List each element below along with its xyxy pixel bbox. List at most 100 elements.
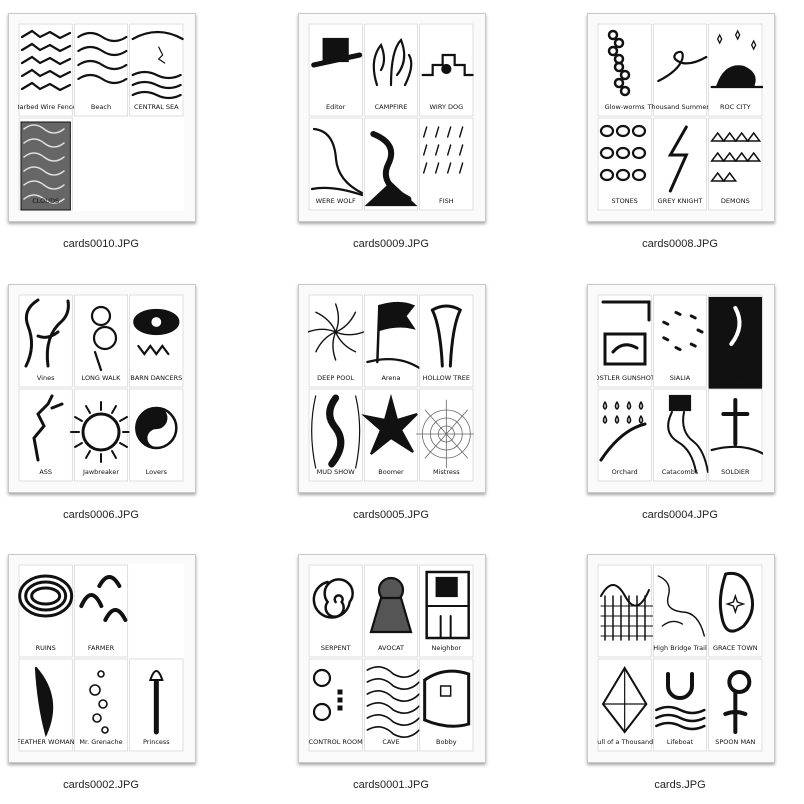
card: Princess <box>129 658 184 752</box>
image-preview[interactable]: RUINS FARMER FEATHER WOMAN Mr. Grenache Prin… <box>8 554 196 763</box>
card: AVOCAT <box>363 564 419 658</box>
card: BARN DANCERS <box>129 294 184 388</box>
file-name-label[interactable]: cards0002.JPG <box>8 779 194 791</box>
file-thumbnail-item[interactable]: RUINS FARMER FEATHER WOMAN Mr. Grenache Prin… <box>8 554 198 794</box>
card-label: Barbed Wire Fence <box>18 103 76 111</box>
card: FISH <box>419 117 474 211</box>
card-label: FISH <box>439 197 454 205</box>
card-label: Princess <box>143 738 170 746</box>
card: Thousand Summers <box>647 23 713 117</box>
card-label: FARMER <box>88 644 115 652</box>
file-name-label[interactable]: cards0006.JPG <box>8 509 194 521</box>
file-thumbnail-item[interactable]: Barbed Wire Fence Beach CENTRAL SEA CLOUDS c… <box>8 13 198 253</box>
card-label: CENTRAL SEA <box>134 103 179 111</box>
card-label: Lovers <box>146 468 168 476</box>
card: SERPENT <box>308 564 363 658</box>
card: Arena <box>363 294 421 388</box>
card-label: Lifeboat <box>667 738 694 746</box>
card: OSTLER GUNSHOT <box>597 294 655 388</box>
card: Jawbreaker <box>70 388 133 482</box>
card-label: High Bridge Trail <box>653 644 707 652</box>
card-label: ROC CITY <box>720 103 751 111</box>
card: Lovers <box>129 388 184 482</box>
card: RUINS <box>18 564 74 658</box>
card: Lifeboat <box>652 658 708 752</box>
card: MUD SHOW <box>308 388 363 482</box>
card-label: SOLDIER <box>721 468 750 476</box>
card: WERE WOLF <box>308 117 364 211</box>
card: CENTRAL SEA <box>129 23 184 117</box>
card-label: ASS <box>39 468 52 476</box>
card-sheet: Editor CAMPFIRE WIRY DOG WERE WOLF Mountain F… <box>308 23 474 211</box>
image-preview[interactable]: Editor CAMPFIRE WIRY DOG WERE WOLF Mountain F… <box>298 13 486 222</box>
card: ROC CITY <box>708 23 763 117</box>
file-name-label[interactable]: cards0001.JPG <box>298 779 484 791</box>
card-label: BARN DANCERS <box>130 374 182 382</box>
card-label: Mountain <box>376 197 406 205</box>
card <box>597 564 654 658</box>
card-label: Neighbor <box>431 644 461 652</box>
card-label: Arena <box>381 374 400 382</box>
card: LONG WALK <box>73 294 129 388</box>
card-label: AVOCAT <box>378 644 404 652</box>
card: Orchard <box>597 388 652 482</box>
image-preview[interactable]: High Bridge TrailGRACE TOWNRoom Full of … <box>587 554 775 763</box>
card-label: DEMONS <box>721 197 750 205</box>
card-label: OSTLER GUNSHOT <box>597 374 655 382</box>
card: Mountain <box>363 117 419 211</box>
file-thumbnail-item[interactable]: High Bridge TrailGRACE TOWNRoom Full of … <box>587 554 777 794</box>
card-sheet: RUINS FARMER FEATHER WOMAN Mr. Grenache Prin… <box>18 564 184 752</box>
card-label: GRACE TOWN <box>713 644 758 652</box>
card: CLOUDS <box>18 117 73 211</box>
file-name-label[interactable]: cards.JPG <box>587 779 773 791</box>
card-label: FEATHER WOMAN <box>18 738 75 746</box>
card-label: Beach <box>91 103 111 111</box>
file-name-label[interactable]: cards0005.JPG <box>298 509 484 521</box>
card-label: Black Tunnel <box>715 374 756 382</box>
file-name-label[interactable]: cards0010.JPG <box>8 238 194 250</box>
card-label: SERPENT <box>321 644 351 652</box>
card-label: CAVE <box>382 738 399 746</box>
card-label: Catacombs <box>662 468 699 476</box>
card-label: MUD SHOW <box>317 468 356 476</box>
file-thumbnail-item[interactable]: Editor CAMPFIRE WIRY DOG WERE WOLF Mountain F… <box>298 13 488 253</box>
card: Mr. Grenache <box>73 658 129 752</box>
card: Boomer <box>361 388 419 482</box>
image-preview[interactable]: Glow-worms Thousand Summers ROC CITY STONES… <box>587 13 775 222</box>
card: FEATHER WOMAN <box>18 658 75 752</box>
card-label: RUINS <box>36 644 56 652</box>
file-thumbnail-item[interactable]: OSTLER GUNSHOT SIALIA Black Tunnel Orchard C… <box>587 284 777 524</box>
file-thumbnail-item[interactable]: DEEP POOL Arena HOLLOW TREE MUD SHOW Boomer M… <box>298 284 488 524</box>
card: CAMPFIRE <box>363 23 419 117</box>
card: Editor <box>308 23 363 117</box>
card-label: SIALIA <box>670 374 691 382</box>
card: Beach <box>73 23 129 117</box>
card-label: Bobby <box>436 738 457 746</box>
card: SOLDIER <box>708 388 763 482</box>
card-label: WERE WOLF <box>316 197 356 205</box>
card-label: CLOUDS <box>32 197 59 205</box>
card: FARMER <box>73 564 129 658</box>
card-sheet: DEEP POOL Arena HOLLOW TREE MUD SHOW Boomer M… <box>308 294 474 482</box>
card: Barbed Wire Fence <box>18 23 76 117</box>
card-label: DEEP POOL <box>317 374 354 382</box>
file-name-label[interactable]: cards0008.JPG <box>587 238 773 250</box>
file-name-label[interactable]: cards0004.JPG <box>587 509 773 521</box>
card-label: STONES <box>612 197 638 205</box>
card: WIRY DOG <box>419 23 474 117</box>
image-preview[interactable]: Barbed Wire Fence Beach CENTRAL SEA CLOUDS <box>8 13 196 222</box>
card-label: Mr. Grenache <box>79 738 122 746</box>
card: SIALIA <box>652 294 708 388</box>
card: DEEP POOL <box>308 294 365 388</box>
file-thumbnail-item[interactable]: Glow-worms Thousand Summers ROC CITY STONES… <box>587 13 777 253</box>
image-preview[interactable]: SERPENT AVOCAT Neighbor CONTROL ROOM CAVE Bob… <box>298 554 486 763</box>
image-preview[interactable]: DEEP POOL Arena HOLLOW TREE MUD SHOW Boomer M… <box>298 284 486 493</box>
card: Catacombs <box>652 388 710 482</box>
file-thumbnail-item[interactable]: SERPENT AVOCAT Neighbor CONTROL ROOM CAVE Bob… <box>298 554 488 794</box>
file-name-label[interactable]: cards0009.JPG <box>298 238 484 250</box>
file-thumbnail-item[interactable]: Vines LONG WALK BARN DANCERS ASS Jawbreaker L… <box>8 284 198 524</box>
card-label: Editor <box>326 103 346 111</box>
image-preview[interactable]: OSTLER GUNSHOT SIALIA Black Tunnel Orchard C… <box>587 284 775 493</box>
card-label: Glow-worms <box>605 103 646 111</box>
image-preview[interactable]: Vines LONG WALK BARN DANCERS ASS Jawbreaker L… <box>8 284 196 493</box>
